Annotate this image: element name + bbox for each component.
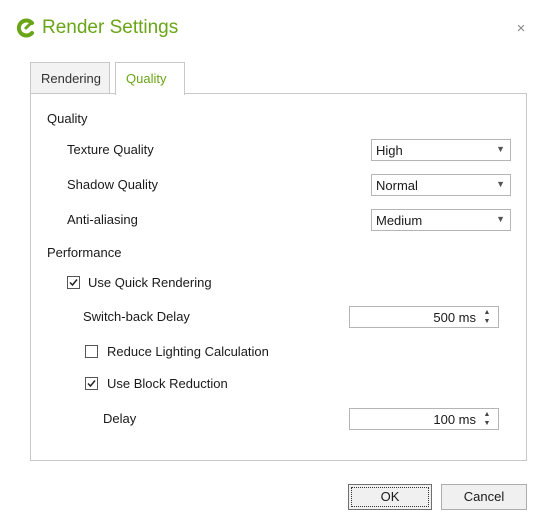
- quality-panel: Quality Texture Quality High ▼ Shadow Qu…: [30, 93, 527, 461]
- focus-rect: [351, 487, 429, 507]
- checkmark-icon: [87, 380, 96, 388]
- window-title: Render Settings: [42, 17, 179, 38]
- anti-aliasing-select[interactable]: Medium ▼: [371, 209, 511, 231]
- chevron-down-icon: ▼: [496, 144, 505, 154]
- delay-spinner[interactable]: 100 ms ▲ ▼: [349, 408, 499, 430]
- delay-value: 100 ms: [433, 412, 476, 427]
- spinner-arrows-icon[interactable]: ▲ ▼: [482, 410, 492, 428]
- quick-rendering-checkbox[interactable]: [67, 276, 80, 289]
- chevron-down-icon: ▼: [496, 214, 505, 224]
- cancel-button[interactable]: Cancel: [441, 484, 527, 510]
- quick-rendering-label: Use Quick Rendering: [88, 275, 212, 290]
- shadow-quality-label: Shadow Quality: [67, 177, 159, 192]
- quality-heading: Quality: [47, 111, 88, 126]
- switch-back-delay-spinner[interactable]: 500 ms ▲ ▼: [349, 306, 499, 328]
- title-bar: Render Settings ×: [0, 0, 540, 62]
- chevron-down-icon: ▼: [496, 179, 505, 189]
- texture-quality-select[interactable]: High ▼: [371, 139, 511, 161]
- texture-quality-label: Texture Quality: [67, 142, 154, 157]
- shadow-quality-value: Normal: [376, 178, 418, 193]
- anti-aliasing-label: Anti-aliasing: [67, 212, 138, 227]
- texture-quality-value: High: [376, 143, 403, 158]
- switch-back-delay-value: 500 ms: [433, 310, 476, 325]
- shadow-quality-select[interactable]: Normal ▼: [371, 174, 511, 196]
- checkmark-icon: [69, 279, 78, 287]
- block-reduction-checkbox[interactable]: [85, 377, 98, 390]
- reduce-lighting-label: Reduce Lighting Calculation: [107, 344, 269, 359]
- app-logo-icon: [16, 18, 34, 38]
- anti-aliasing-value: Medium: [376, 213, 423, 228]
- delay-label: Delay: [103, 411, 137, 426]
- close-button[interactable]: ×: [512, 20, 530, 38]
- tab-rendering[interactable]: Rendering: [30, 62, 110, 93]
- spinner-arrows-icon[interactable]: ▲ ▼: [482, 308, 492, 326]
- ok-button[interactable]: OK: [348, 484, 432, 510]
- performance-heading: Performance: [47, 245, 122, 260]
- reduce-lighting-checkbox[interactable]: [85, 345, 98, 358]
- switch-back-delay-label: Switch-back Delay: [83, 309, 190, 324]
- block-reduction-label: Use Block Reduction: [107, 376, 228, 391]
- tab-quality[interactable]: Quality: [115, 62, 185, 95]
